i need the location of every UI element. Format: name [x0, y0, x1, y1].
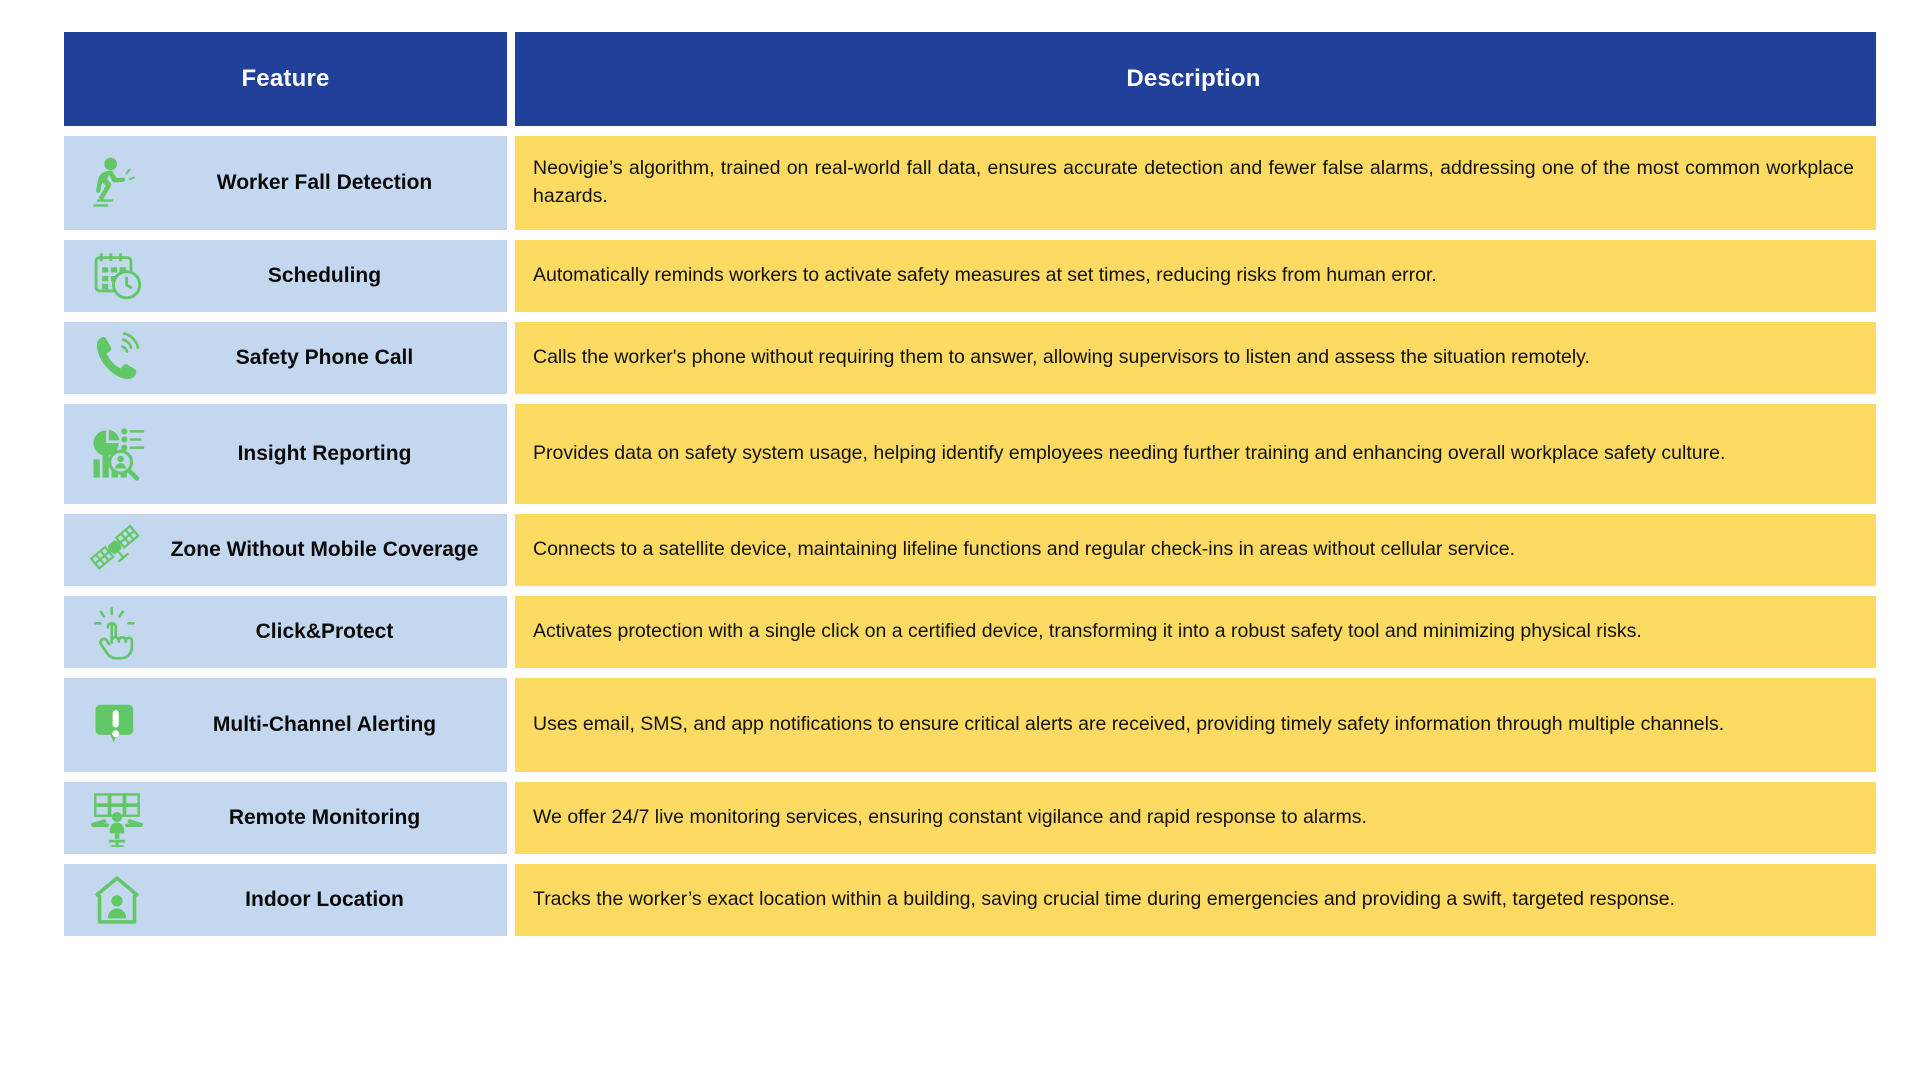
description-text: Tracks the worker’s exact location withi… — [533, 888, 1676, 911]
table-row: Worker Fall Detection Neovigie’s algorit… — [64, 136, 1876, 230]
table-row: Scheduling Automatically reminds workers… — [64, 240, 1876, 312]
column-header-feature-label: Feature — [241, 65, 330, 92]
table-row: Insight Reporting Provides data on safet… — [64, 404, 1876, 504]
feature-cell: Worker Fall Detection — [64, 136, 507, 230]
click-hand-icon — [86, 601, 148, 663]
feature-cell: Indoor Location — [64, 864, 507, 936]
insight-reporting-chart-icon — [86, 423, 148, 485]
feature-cell: Safety Phone Call — [64, 322, 507, 394]
satellite-icon — [86, 519, 148, 581]
feature-label: Worker Fall Detection — [216, 170, 433, 194]
description-cell: Activates protection with a single click… — [515, 596, 1876, 668]
description-cell: Calls the worker's phone without requiri… — [515, 322, 1876, 394]
calendar-clock-icon — [86, 245, 148, 307]
feature-label: Insight Reporting — [237, 441, 412, 465]
description-text: Uses email, SMS, and app notifications t… — [533, 713, 1725, 736]
column-header-feature: Feature — [64, 32, 507, 126]
table-row: Remote Monitoring We offer 24/7 live mon… — [64, 782, 1876, 854]
feature-label: Multi-Channel Alerting — [212, 712, 437, 736]
column-header-description-label: Description — [1126, 65, 1261, 92]
table-row: Multi-Channel Alerting Uses email, SMS, … — [64, 678, 1876, 772]
description-text: Automatically reminds workers to activat… — [533, 264, 1437, 287]
description-cell: Neovigie’s algorithm, trained on real-wo… — [515, 136, 1876, 230]
description-cell: Tracks the worker’s exact location withi… — [515, 864, 1876, 936]
table-row: Safety Phone Call Calls the worker's pho… — [64, 322, 1876, 394]
feature-label: Remote Monitoring — [228, 805, 421, 829]
feature-cell: Multi-Channel Alerting — [64, 678, 507, 772]
indoor-location-house-icon — [86, 869, 148, 931]
description-text: Activates protection with a single click… — [533, 620, 1642, 643]
description-text: We offer 24/7 live monitoring services, … — [533, 806, 1367, 829]
table-row: Click&Protect Activates protection with … — [64, 596, 1876, 668]
table-row: Zone Without Mobile Coverage Connects to… — [64, 514, 1876, 586]
description-text: Neovigie’s algorithm, trained on real-wo… — [533, 157, 1854, 207]
feature-label: Scheduling — [267, 263, 382, 287]
description-cell: We offer 24/7 live monitoring services, … — [515, 782, 1876, 854]
description-cell: Automatically reminds workers to activat… — [515, 240, 1876, 312]
table-row: Indoor Location Tracks the worker’s exac… — [64, 864, 1876, 936]
feature-cell: Insight Reporting — [64, 404, 507, 504]
feature-cell: Click&Protect — [64, 596, 507, 668]
feature-label: Indoor Location — [245, 887, 404, 911]
description-cell: Uses email, SMS, and app notifications t… — [515, 678, 1876, 772]
feature-label: Click&Protect — [255, 619, 394, 643]
table-header-row: Feature Description — [64, 32, 1876, 126]
feature-cell: Scheduling — [64, 240, 507, 312]
feature-cell: Zone Without Mobile Coverage — [64, 514, 507, 586]
feature-label: Zone Without Mobile Coverage — [170, 537, 479, 561]
description-cell: Provides data on safety system usage, he… — [515, 404, 1876, 504]
phone-call-icon — [86, 327, 148, 389]
feature-cell: Remote Monitoring — [64, 782, 507, 854]
description-text: Connects to a satellite device, maintain… — [533, 538, 1516, 561]
description-cell: Connects to a satellite device, maintain… — [515, 514, 1876, 586]
features-table: Feature Description Worker Fall Detectio… — [64, 32, 1876, 936]
column-header-description: Description — [515, 32, 1876, 126]
alert-bubble-icon — [86, 694, 148, 756]
worker-fall-detection-icon — [86, 152, 148, 214]
feature-label: Safety Phone Call — [235, 345, 414, 369]
description-text: Calls the worker's phone without requiri… — [533, 346, 1590, 369]
description-text: Provides data on safety system usage, he… — [533, 442, 1726, 465]
remote-monitoring-icon — [86, 787, 148, 849]
